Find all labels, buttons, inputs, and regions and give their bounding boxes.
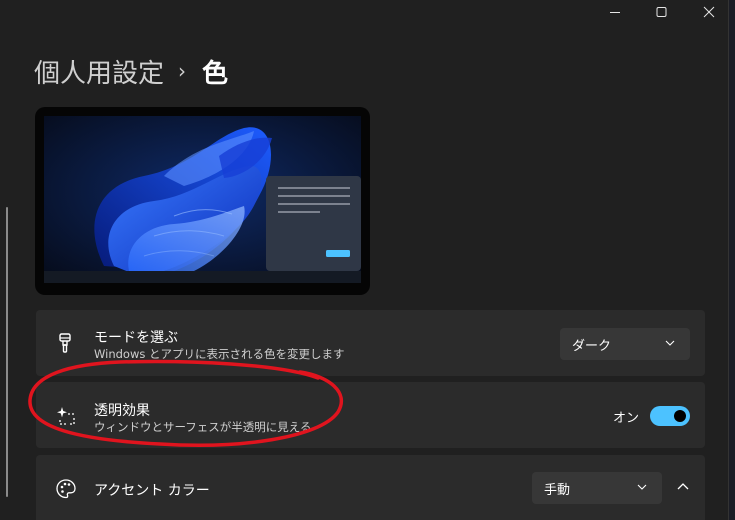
paintbrush-icon (54, 331, 78, 355)
breadcrumb-parent[interactable]: 個人用設定 (34, 53, 164, 90)
breadcrumb: 個人用設定 › 色 (34, 53, 228, 89)
close-icon (703, 6, 715, 18)
toggle-knob (674, 410, 686, 422)
mode-description: Windows とアプリに表示される色を変更します (94, 347, 345, 361)
preview-desktop (44, 116, 361, 283)
transparency-description: ウィンドウとサーフェスが半透明に見える (94, 420, 312, 434)
transparency-title: 透明効果 (94, 403, 150, 419)
preview-taskbar (44, 271, 361, 283)
preview-window (266, 176, 361, 271)
palette-icon (54, 477, 78, 501)
minimize-icon (610, 12, 620, 13)
accent-color-dropdown-value: 手動 (544, 483, 571, 498)
collapse-chevron-up-icon[interactable] (675, 479, 691, 495)
close-button[interactable] (684, 0, 728, 26)
preview-window-content (278, 187, 350, 257)
chevron-down-icon (664, 337, 676, 353)
maximize-button[interactable] (638, 0, 684, 26)
transparency-state-label: オン (612, 411, 639, 426)
transparency-toggle[interactable] (650, 406, 690, 426)
chevron-down-icon (636, 481, 648, 497)
background-window-edge (728, 0, 735, 520)
mode-title: モードを選ぶ (94, 330, 178, 346)
transparency-setting-card: 透明効果 ウィンドウとサーフェスが半透明に見える オン (36, 382, 705, 448)
accent-color-setting-card[interactable]: アクセント カラー 手動 (36, 455, 705, 520)
page-title: 色 (202, 58, 229, 89)
theme-preview (35, 107, 370, 295)
accent-color-dropdown[interactable]: 手動 (532, 472, 662, 504)
maximize-icon (656, 7, 667, 17)
mode-setting-card: モードを選ぶ Windows とアプリに表示される色を変更します ダーク (36, 310, 705, 376)
breadcrumb-separator: › (178, 59, 187, 83)
mode-dropdown-value: ダーク (572, 339, 612, 354)
settings-window: 個人用設定 › 色 モードを選ぶ Windows とアプリに表示される色を変更し… (0, 0, 728, 520)
nav-scrollbar[interactable] (6, 207, 8, 497)
minimize-button[interactable] (592, 0, 638, 26)
sparkle-icon (54, 404, 78, 428)
mode-dropdown[interactable]: ダーク (560, 328, 690, 360)
accent-color-title: アクセント カラー (94, 483, 210, 499)
